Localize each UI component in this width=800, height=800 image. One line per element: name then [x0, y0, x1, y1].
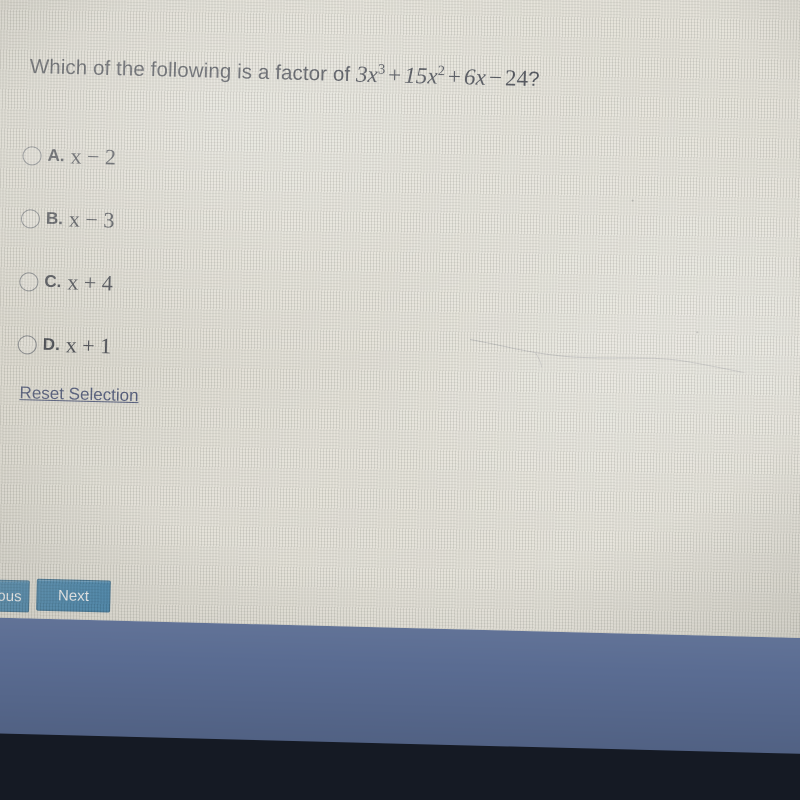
question-text: Which of the following is a factor of 3x…: [30, 52, 541, 92]
radio-button-a-icon[interactable]: [22, 145, 42, 166]
radio-button-b-icon[interactable]: [20, 208, 41, 229]
math-expression: 3x3 +15x2 +6x −24: [355, 61, 529, 91]
next-button[interactable]: Next: [36, 578, 111, 613]
question-suffix: ?: [527, 67, 541, 91]
radio-button-c-icon[interactable]: [19, 271, 39, 292]
operator-plus-1: +: [387, 62, 402, 88]
option-b-expression: x − 3: [68, 206, 115, 233]
dust-speck: [696, 331, 699, 334]
photo-of-monitor: Which of the following is a factor of 3x…: [0, 0, 800, 800]
hair-artifact-on-screen: [469, 339, 766, 374]
option-b[interactable]: B. x − 3: [20, 197, 421, 249]
option-c-letter: C.: [44, 271, 62, 292]
answer-options-list: A. x − 2 B. x − 3 C. x + 4 D. x + 1: [17, 134, 423, 396]
quiz-page: Which of the following is a factor of 3x…: [0, 1, 799, 638]
option-b-letter: B.: [45, 208, 64, 229]
dust-speck: [631, 199, 634, 202]
option-a[interactable]: A. x − 2: [22, 134, 423, 186]
option-d-expression: x + 1: [65, 332, 112, 359]
previous-button[interactable]: Previous: [0, 578, 30, 613]
option-c-expression: x + 4: [67, 269, 114, 296]
constant-term: 24: [504, 65, 529, 91]
reset-selection-link[interactable]: Reset Selection: [19, 383, 139, 406]
operator-minus: −: [488, 64, 503, 90]
operator-plus-2: +: [447, 63, 462, 89]
question-prefix: Which of the following is a factor of: [29, 54, 357, 87]
monitor-screen: Which of the following is a factor of 3x…: [0, 0, 800, 641]
option-d-letter: D.: [42, 334, 61, 355]
option-d[interactable]: D. x + 1: [17, 323, 418, 375]
radio-button-d-icon[interactable]: [17, 334, 38, 355]
option-c[interactable]: C. x + 4: [19, 260, 420, 312]
option-a-letter: A.: [47, 145, 65, 166]
option-a-expression: x − 2: [70, 143, 117, 170]
